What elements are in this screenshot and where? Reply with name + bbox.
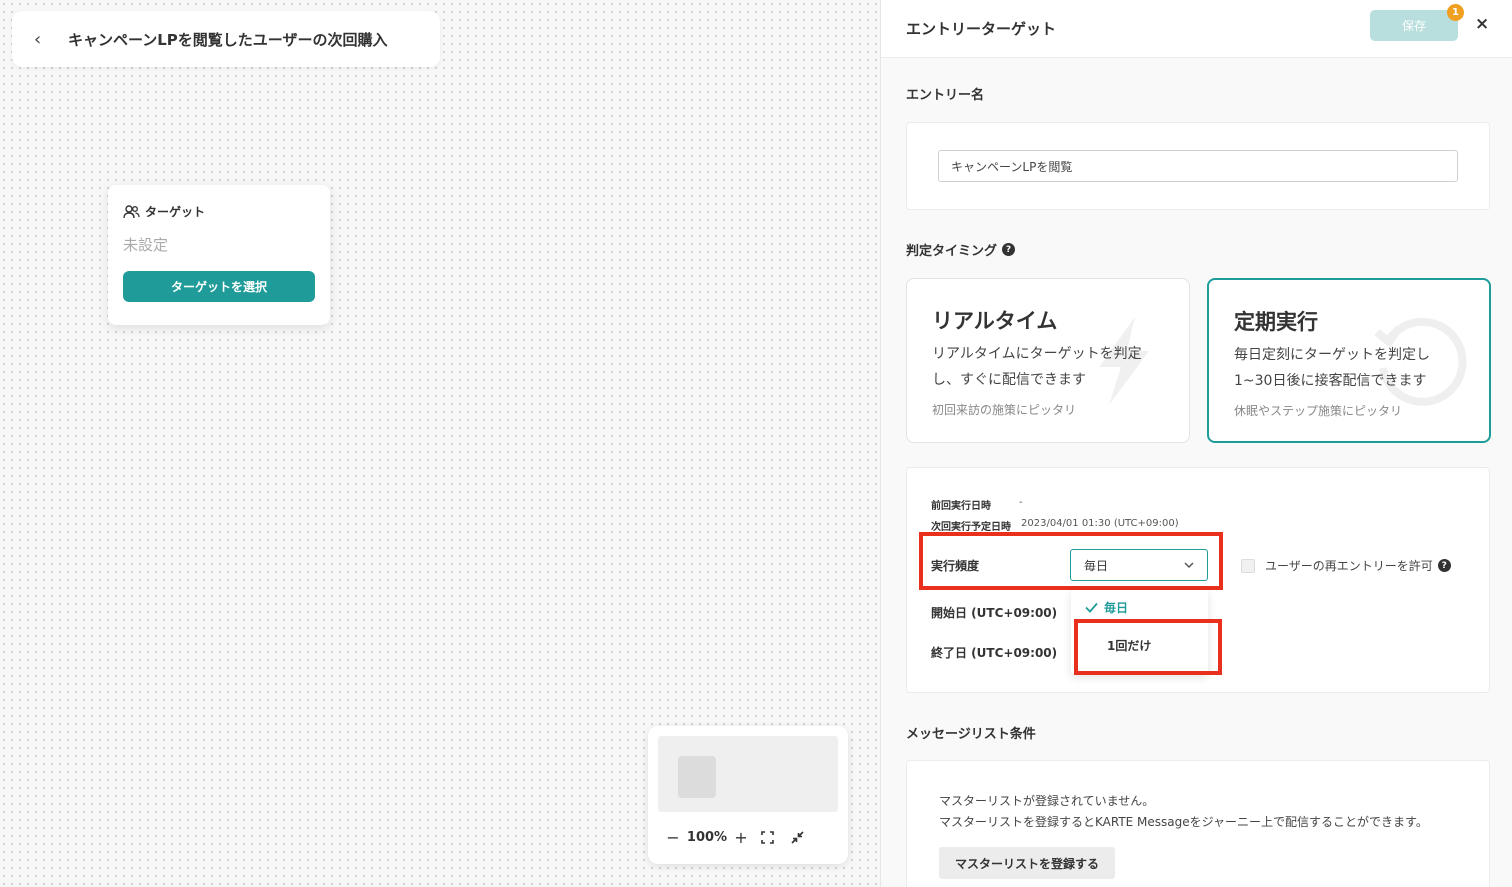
unsaved-count-badge: 1 [1447,4,1464,21]
reentry-label: ユーザーの再エントリーを許可 [1265,559,1433,573]
mode-description-line: 毎日定刻にターゲットを判定し [1234,347,1430,363]
panel-title: エントリーターゲット [906,20,1057,38]
collapse-icon[interactable] [782,830,812,844]
mode-description: リアルタイムにターゲットを判定 し、すぐに配信できます [932,341,1164,393]
mode-note: 休眠やステップ施策にピッタリ [1234,404,1403,418]
message-list-box: マスターリストが登録されていません。 マスターリストを登録するとKARTE Me… [906,760,1490,887]
minimap: − 100% + [648,726,848,864]
entry-name-box: キャンペーンLPを閲覧 [906,122,1490,210]
schedule-settings: 前回実行日時 - 次回実行予定日時 2023/04/01 01:30 (UTC+… [906,467,1490,693]
mode-note: 初回来訪の施策にピッタリ [932,403,1077,417]
mode-title: リアルタイム [932,309,1058,333]
target-node-header: ターゲット [123,203,315,220]
mode-description-line: し、すぐに配信できます [932,372,1086,388]
minimap-node [678,756,716,798]
message-info-line: マスターリストを登録するとKARTE Messageをジャーニー上で配信すること… [939,815,1428,829]
dropdown-option-label: 毎日 [1104,600,1129,615]
end-date-label: 終了日 (UTC+09:00) [931,646,1058,660]
save-button[interactable]: 保存 [1370,10,1458,41]
next-run-row: 次回実行予定日時 2023/04/01 01:30 (UTC+09:00) [931,518,1179,533]
target-node[interactable]: ターゲット 未設定 ターゲットを選択 [108,185,330,325]
users-icon [123,204,140,218]
entry-name-label: エントリー名 [906,88,985,103]
next-run-label: 次回実行予定日時 [931,522,1011,533]
journey-title-bar: ‹ キャンペーンLPを閲覧したユーザーの次回購入 [12,11,440,67]
next-run-value: 2023/04/01 01:30 (UTC+09:00) [1021,518,1179,529]
journey-title: キャンペーンLPを閲覧したユーザーの次回購入 [68,30,388,49]
message-info-line: マスターリストが登録されていません。 [939,794,1155,808]
timing-label: 判定タイミング ? [906,240,1016,259]
check-icon [1085,602,1098,613]
mode-card-realtime[interactable]: リアルタイム リアルタイムにターゲットを判定 し、すぐに配信できます 初回来訪の… [906,278,1190,443]
fit-screen-icon[interactable] [752,830,782,844]
mode-description: 毎日定刻にターゲットを判定し 1~30日後に接客配信できます [1234,342,1464,394]
timing-label-text: 判定タイミング [906,244,998,259]
target-status: 未設定 [123,236,169,254]
zoom-out-button[interactable]: − [662,828,684,847]
help-icon[interactable]: ? [1002,243,1016,256]
mode-title: 定期実行 [1234,310,1318,334]
once-highlight-box [1074,619,1222,675]
minimap-viewport[interactable] [658,736,838,812]
close-icon[interactable]: × [1475,14,1489,34]
entry-target-panel: エントリーターゲット 保存 1 × エントリー名 キャンペーンLPを閲覧 判定タ… [880,0,1512,887]
last-run-value: - [1019,497,1023,508]
mode-description-line: 1~30日後に接客配信できます [1234,373,1427,389]
zoom-controls: − 100% + [662,824,838,850]
mode-card-scheduled[interactable]: 定期実行 毎日定刻にターゲットを判定し 1~30日後に接客配信できます 休眠やス… [1207,278,1491,443]
chevron-left-icon[interactable]: ‹ [34,29,54,50]
zoom-in-button[interactable]: + [730,828,752,847]
register-master-list-button[interactable]: マスターリストを登録する [939,847,1115,879]
reentry-option: ユーザーの再エントリーを許可 ? [1241,557,1451,574]
frequency-highlight-box [919,532,1223,590]
panel-header: エントリーターゲット 保存 1 × [881,0,1512,58]
mode-description-line: リアルタイムにターゲットを判定 [932,346,1142,362]
start-date-label: 開始日 (UTC+09:00) [931,606,1058,620]
target-node-title: ターゲット [145,205,206,219]
reentry-checkbox[interactable] [1241,558,1255,573]
last-run-label: 前回実行日時 [931,501,991,512]
zoom-level: 100% [686,829,728,845]
select-target-button[interactable]: ターゲットを選択 [123,271,315,302]
journey-canvas[interactable]: ‹ キャンペーンLPを閲覧したユーザーの次回購入 ターゲット 未設定 ターゲット… [0,0,880,887]
entry-name-input[interactable]: キャンペーンLPを閲覧 [938,150,1458,182]
message-list-label: メッセージリスト条件 [906,727,1036,742]
help-icon[interactable]: ? [1437,559,1451,572]
last-run-row: 前回実行日時 - [931,497,1023,512]
